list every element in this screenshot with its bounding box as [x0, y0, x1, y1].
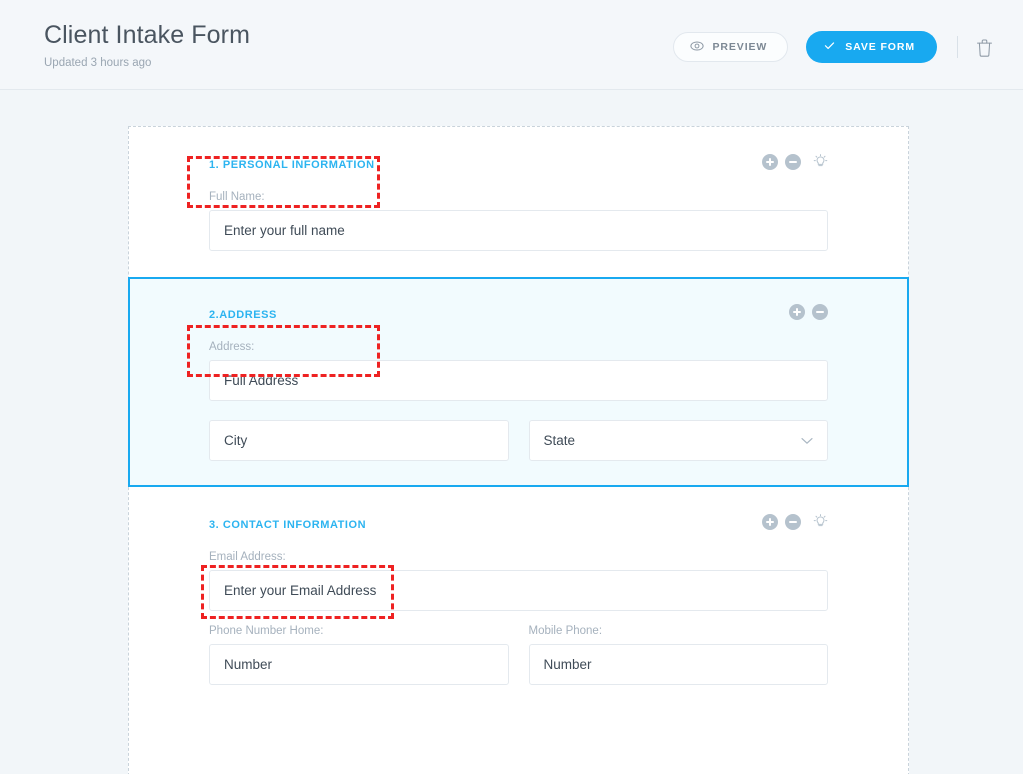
preview-button[interactable]: PREVIEW	[672, 32, 789, 62]
form-canvas: 1. PERSONAL INFORMATION Full Name: Enter…	[0, 90, 1023, 774]
section-header: 1. PERSONAL INFORMATION	[209, 153, 828, 177]
delete-form-button[interactable]	[976, 38, 993, 57]
phone-row: Phone Number Home: Number Mobile Phone: …	[209, 625, 828, 685]
save-form-button-label: SAVE FORM	[845, 41, 915, 53]
field-phone-home: Phone Number Home: Number	[209, 625, 509, 685]
phone-home-input[interactable]: Number	[209, 644, 509, 685]
section-2-title[interactable]: 2.ADDRESS	[209, 303, 277, 327]
plus-icon[interactable]	[762, 154, 778, 170]
field-email-address: Email Address: Enter your Email Address	[209, 551, 828, 611]
email-address-input[interactable]: Enter your Email Address	[209, 570, 828, 611]
check-icon	[823, 39, 836, 55]
field-label: Phone Number Home:	[209, 625, 324, 637]
form-section-personal-information[interactable]: 1. PERSONAL INFORMATION Full Name: Enter…	[129, 127, 908, 277]
minus-icon[interactable]	[812, 304, 828, 320]
page-title: Client Intake Form	[44, 21, 251, 49]
section-1-toolbar	[762, 154, 828, 170]
field-address: Address: Full Address	[209, 341, 828, 401]
field-label: Mobile Phone:	[528, 625, 603, 637]
minus-icon[interactable]	[785, 154, 801, 170]
mobile-phone-input[interactable]: Number	[528, 644, 828, 685]
plus-icon[interactable]	[789, 304, 805, 320]
state-select-value: State	[543, 433, 576, 448]
eye-icon	[689, 39, 704, 56]
header-title-group: Client Intake Form Updated 3 hours ago	[44, 21, 251, 69]
trash-icon	[976, 39, 993, 60]
app-header: Client Intake Form Updated 3 hours ago P…	[0, 0, 1023, 90]
lightbulb-icon[interactable]	[813, 154, 828, 170]
field-label: Email Address:	[209, 551, 286, 563]
header-actions: PREVIEW SAVE FORM	[672, 31, 993, 63]
form-section-address[interactable]: 2.ADDRESS Address: Full Address City Sta…	[128, 277, 909, 487]
field-mobile-phone: Mobile Phone: Number	[528, 625, 828, 685]
last-updated-text: Updated 3 hours ago	[44, 56, 152, 69]
field-label: Address:	[209, 341, 255, 353]
form-section-contact-information[interactable]: 3. CONTACT INFORMATION Email Address: En…	[129, 487, 908, 711]
save-form-button[interactable]: SAVE FORM	[806, 31, 937, 63]
field-label: Full Name:	[209, 191, 265, 203]
chevron-down-icon	[801, 437, 813, 445]
preview-button-label: PREVIEW	[712, 41, 768, 53]
address-city-state-row: City State	[209, 420, 828, 461]
city-input[interactable]: City	[209, 420, 509, 461]
section-1-title[interactable]: 1. PERSONAL INFORMATION	[209, 153, 375, 177]
section-header: 2.ADDRESS	[209, 303, 828, 327]
form-container: 1. PERSONAL INFORMATION Full Name: Enter…	[128, 126, 909, 774]
plus-icon[interactable]	[762, 514, 778, 530]
section-3-title[interactable]: 3. CONTACT INFORMATION	[209, 513, 366, 537]
section-2-toolbar	[789, 304, 828, 320]
field-full-name: Full Name: Enter your full name	[209, 191, 828, 251]
section-header: 3. CONTACT INFORMATION	[209, 513, 828, 537]
address-input[interactable]: Full Address	[209, 360, 828, 401]
section-3-toolbar	[762, 514, 828, 530]
lightbulb-icon[interactable]	[813, 514, 828, 530]
header-divider	[957, 36, 958, 58]
field-state: State	[528, 420, 828, 461]
minus-icon[interactable]	[785, 514, 801, 530]
state-select[interactable]: State	[528, 420, 828, 461]
field-city: City	[209, 420, 509, 461]
full-name-input[interactable]: Enter your full name	[209, 210, 828, 251]
